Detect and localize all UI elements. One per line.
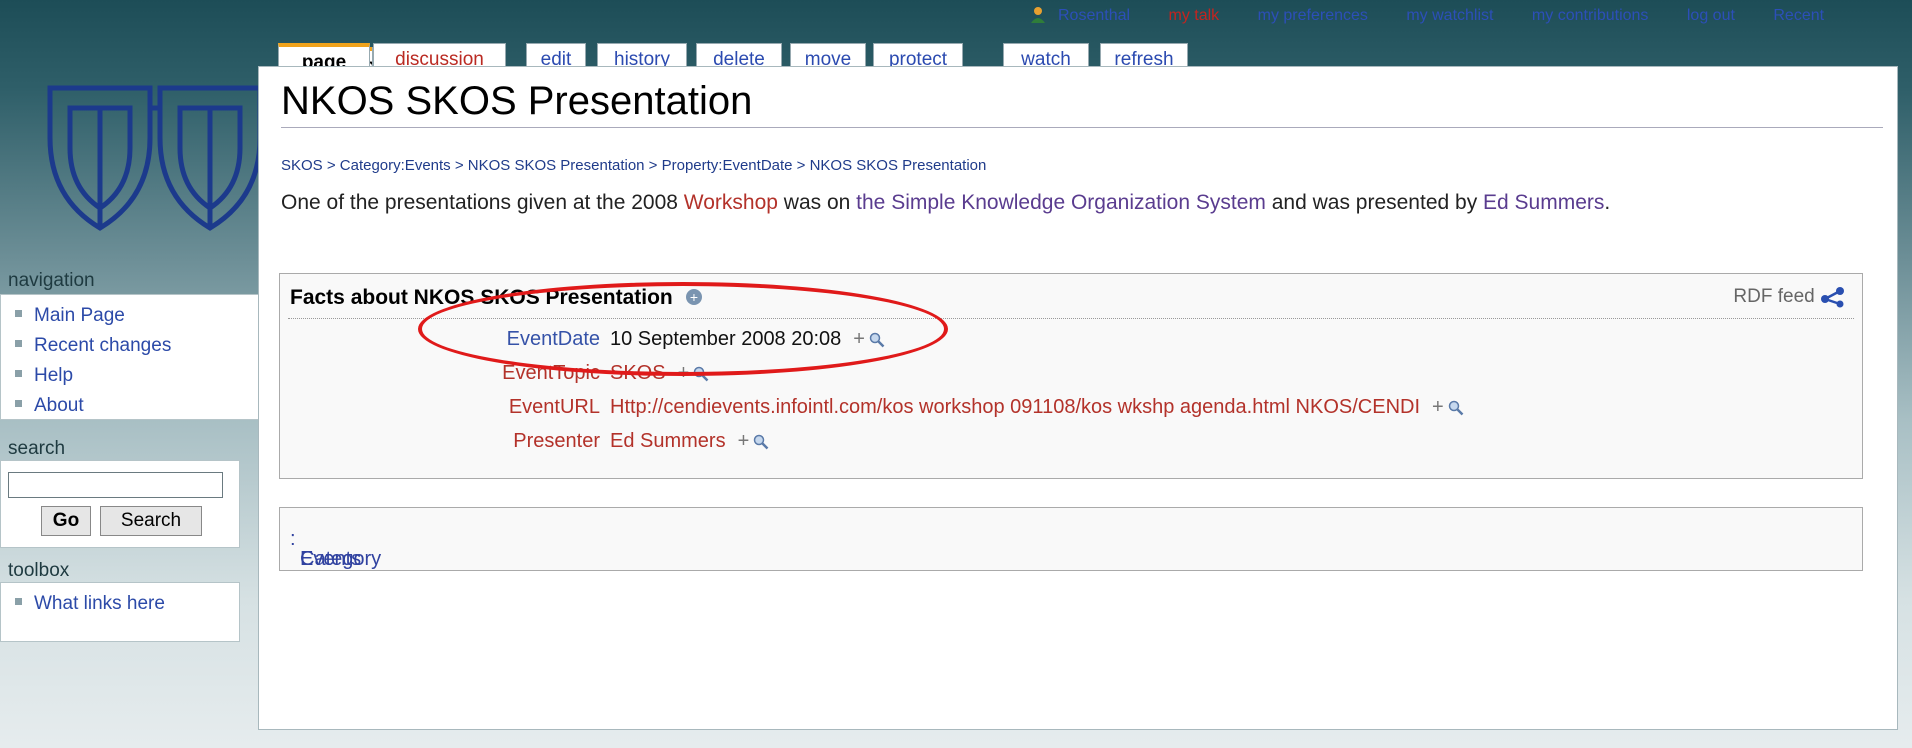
- search-icon[interactable]: [1448, 400, 1464, 416]
- search-heading: search: [8, 438, 66, 459]
- rdf-feed-icon: [1821, 287, 1844, 308]
- fact-property[interactable]: EventURL: [509, 396, 600, 419]
- user-icon: [1031, 7, 1045, 23]
- plus-sign[interactable]: +: [738, 430, 750, 452]
- sidebar-item-about[interactable]: About: [15, 391, 289, 421]
- presenter-link[interactable]: Ed Summers: [1483, 191, 1604, 214]
- site-logo[interactable]: [40, 78, 270, 258]
- go-button[interactable]: Go: [41, 506, 91, 536]
- main-content: NKOS SKOS Presentation SKOS > Category:E…: [258, 66, 1898, 730]
- category-links: Category: Events: [279, 507, 1863, 571]
- title-divider: [281, 127, 1883, 128]
- fact-value: Http://cendievents.infointl.com/kos work…: [610, 396, 1464, 419]
- fact-value: Ed Summers +: [610, 430, 769, 453]
- intro-text-1: One of the presentations given at the 20…: [281, 191, 684, 214]
- plus-sign[interactable]: +: [1432, 396, 1444, 418]
- intro-text-4: .: [1604, 191, 1611, 214]
- annotation-ellipse: [418, 282, 948, 376]
- rdf-feed-label: RDF feed: [1733, 286, 1815, 308]
- category-link[interactable]: Category: Events: [290, 528, 381, 570]
- rdf-feed-link[interactable]: RDF feed: [1733, 286, 1846, 308]
- toolbox-portlet: What links here: [0, 582, 240, 642]
- fact-value-text[interactable]: Ed Summers: [610, 430, 726, 452]
- personal-preferences-link[interactable]: my preferences: [1258, 7, 1368, 25]
- toolbox-heading: toolbox: [8, 560, 70, 581]
- personal-user-link[interactable]: Rosenthal: [1058, 7, 1130, 25]
- fact-value-text[interactable]: Http://cendievents.infointl.com/kos work…: [610, 396, 1420, 418]
- workshop-link[interactable]: Workshop: [684, 191, 778, 214]
- fact-row-eventurl: EventURL Http://cendievents.infointl.com…: [280, 396, 1862, 430]
- sidebar-item-help[interactable]: Help: [15, 361, 289, 391]
- sidebar-item-what-links-here[interactable]: What links here: [15, 589, 239, 619]
- navigation-portlet: Main Page Recent changes Help About: [0, 294, 290, 420]
- sidebar-item-recent-changes[interactable]: Recent changes: [15, 331, 289, 361]
- search-button[interactable]: Search: [100, 506, 202, 536]
- page-title: NKOS SKOS Presentation: [281, 79, 753, 123]
- intro-text-3: and was presented by: [1265, 191, 1484, 214]
- navigation-heading: navigation: [8, 270, 95, 291]
- personal-logout-link[interactable]: log out: [1687, 7, 1735, 25]
- fact-row-presenter: Presenter Ed Summers +: [280, 430, 1862, 464]
- fact-property[interactable]: Presenter: [513, 430, 600, 453]
- category-value: Events: [300, 548, 362, 570]
- search-input[interactable]: [8, 472, 223, 498]
- personal-toolbar: Rosenthal my talk my preferences my watc…: [1030, 6, 1892, 26]
- personal-talk-link[interactable]: my talk: [1169, 7, 1220, 25]
- search-icon[interactable]: [753, 434, 769, 450]
- fact-row-eventtopic: EventTopic SKOS +: [280, 362, 1862, 396]
- breadcrumb[interactable]: SKOS > Category:Events > NKOS SKOS Prese…: [281, 157, 986, 174]
- skos-link[interactable]: the Simple Knowledge Organization System: [856, 191, 1266, 214]
- personal-recent-link[interactable]: Recent: [1773, 7, 1824, 25]
- intro-text-2: was on: [777, 191, 857, 214]
- personal-contributions-link[interactable]: my contributions: [1532, 7, 1649, 25]
- personal-watchlist-link[interactable]: my watchlist: [1406, 7, 1493, 25]
- sidebar-item-main-page[interactable]: Main Page: [15, 301, 289, 331]
- intro-paragraph: One of the presentations given at the 20…: [281, 187, 1875, 219]
